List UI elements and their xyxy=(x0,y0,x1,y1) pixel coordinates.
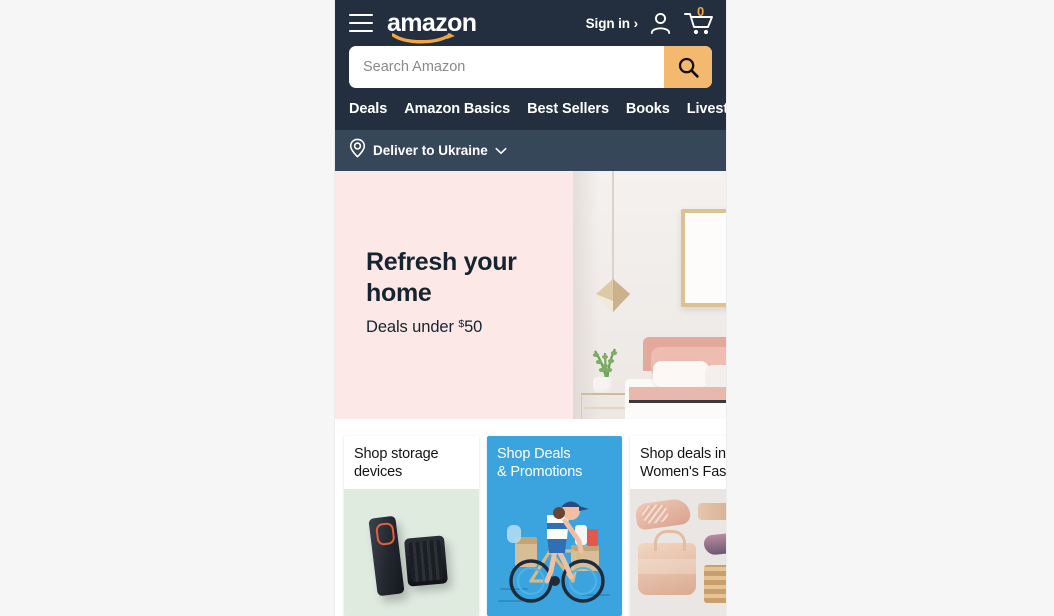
hamburger-menu-icon[interactable] xyxy=(349,14,373,32)
nav-item-amazon-basics[interactable]: Amazon Basics xyxy=(404,101,510,117)
primary-nav: Deals Amazon Basics Best Sellers Books L… xyxy=(335,88,726,122)
portable-ssd-drives-image xyxy=(344,489,479,616)
search-input[interactable] xyxy=(349,46,664,88)
card-title: Shop storage devices xyxy=(344,436,479,489)
card-title-line1: Shop deals in xyxy=(640,446,726,462)
hero-title: Refresh your home xyxy=(366,248,517,307)
browser-viewport: amazon Sign in › 0 Search Amazon Deals A… xyxy=(335,0,726,616)
site-header: amazon Sign in › 0 Search Amazon Deals A… xyxy=(335,0,726,130)
cart-count-badge: 0 xyxy=(697,4,705,19)
nav-item-deals[interactable]: Deals xyxy=(349,101,387,117)
page-content: amazon Sign in › 0 Search Amazon Deals A… xyxy=(335,0,726,616)
search-icon xyxy=(678,57,699,78)
hero-subtitle: Deals under $50 xyxy=(366,318,526,337)
search-box xyxy=(349,46,712,88)
hero-subtitle-amount: 50 xyxy=(464,318,483,336)
deliver-location-bar[interactable]: Deliver to Ukraine xyxy=(335,130,726,171)
amazon-smile-swoosh-icon xyxy=(392,31,464,44)
hero-subtitle-prefix: Deals under xyxy=(366,318,459,336)
card-shop-deals-womens-fashion[interactable]: Shop deals in Women's Fashion xyxy=(630,436,726,616)
hero-bedroom-image xyxy=(573,171,726,419)
hero-copy: Refresh your home Deals under $50 xyxy=(366,247,526,337)
nav-item-livestreams[interactable]: Livestreams xyxy=(687,101,726,117)
card-title-line1: Shop storage xyxy=(354,446,439,462)
location-pin-icon xyxy=(349,138,366,163)
wall-picture-frame xyxy=(681,209,726,307)
sign-in-link[interactable]: Sign in › xyxy=(586,16,638,31)
amazon-logo[interactable]: amazon xyxy=(387,10,477,43)
shopping-cart-icon[interactable]: 0 xyxy=(683,5,714,37)
header-actions: Sign in › 0 xyxy=(586,5,714,37)
card-title-line1: Shop Deals xyxy=(497,446,571,462)
card-shop-storage-devices[interactable]: Shop storage devices xyxy=(344,436,479,616)
header-top-bar: amazon Sign in › 0 xyxy=(335,0,726,46)
search-bar xyxy=(335,46,726,88)
nightstand xyxy=(581,393,629,419)
card-title-line2: devices xyxy=(354,463,403,480)
card-shop-deals-promotions[interactable]: Shop Deals & Promotions xyxy=(487,436,622,616)
shopping-card-row: Shop storage devices Shop Deals & Promot… xyxy=(344,436,726,616)
womens-fashion-accessories-image xyxy=(630,489,726,616)
nav-item-best-sellers[interactable]: Best Sellers xyxy=(527,101,609,117)
card-title-line2: Women's Fashion xyxy=(640,463,726,480)
cyclist-delivery-illustration xyxy=(487,489,622,616)
card-title: Shop Deals & Promotions xyxy=(487,436,622,489)
pendant-lamp xyxy=(595,279,631,313)
nav-item-books[interactable]: Books xyxy=(626,101,670,117)
person-icon[interactable] xyxy=(647,10,674,37)
deliver-location-label: Deliver to Ukraine xyxy=(373,143,488,158)
card-title: Shop deals in Women's Fashion xyxy=(630,436,726,489)
search-button[interactable] xyxy=(664,46,712,88)
card-title-line2: & Promotions xyxy=(497,463,583,480)
hero-banner[interactable]: Refresh your home Deals under $50 xyxy=(335,171,726,419)
chevron-down-icon xyxy=(495,142,507,160)
